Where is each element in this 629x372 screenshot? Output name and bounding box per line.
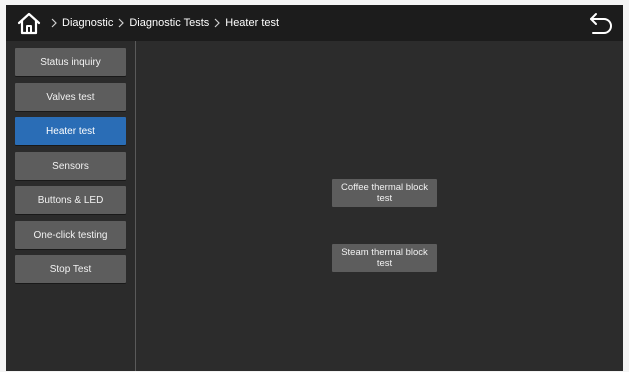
main-panel: Coffee thermal block test Steam thermal … [136, 41, 623, 371]
chevron-right-icon [51, 18, 57, 28]
breadcrumb-item-diagnostic[interactable]: Diagnostic [62, 17, 113, 29]
sidebar-item-status-inquiry[interactable]: Status inquiry [15, 48, 126, 76]
home-icon[interactable] [16, 10, 42, 36]
sidebar: Status inquiry Valves test Heater test S… [6, 41, 136, 371]
sidebar-item-heater-test[interactable]: Heater test [15, 117, 126, 145]
top-bar: Diagnostic Diagnostic Tests Heater test [6, 5, 623, 41]
sidebar-item-one-click-testing[interactable]: One-click testing [15, 221, 126, 249]
chevron-right-icon [118, 18, 125, 28]
breadcrumb-item-heater-test: Heater test [225, 17, 280, 29]
chevron-right-icon [214, 18, 221, 28]
back-arrow-icon[interactable] [588, 11, 614, 35]
app-screen: Diagnostic Diagnostic Tests Heater test … [6, 5, 623, 371]
sidebar-item-sensors[interactable]: Sensors [15, 152, 126, 180]
sidebar-item-stop-test[interactable]: Stop Test [15, 255, 126, 283]
breadcrumb: Diagnostic Diagnostic Tests Heater test [46, 5, 279, 41]
sidebar-item-buttons-led[interactable]: Buttons & LED [15, 186, 126, 214]
coffee-thermal-block-test-button[interactable]: Coffee thermal block test [332, 179, 437, 207]
steam-thermal-block-test-button[interactable]: Steam thermal block test [332, 244, 437, 272]
breadcrumb-item-diagnostic-tests[interactable]: Diagnostic Tests [129, 17, 209, 29]
sidebar-item-valves-test[interactable]: Valves test [15, 83, 126, 111]
